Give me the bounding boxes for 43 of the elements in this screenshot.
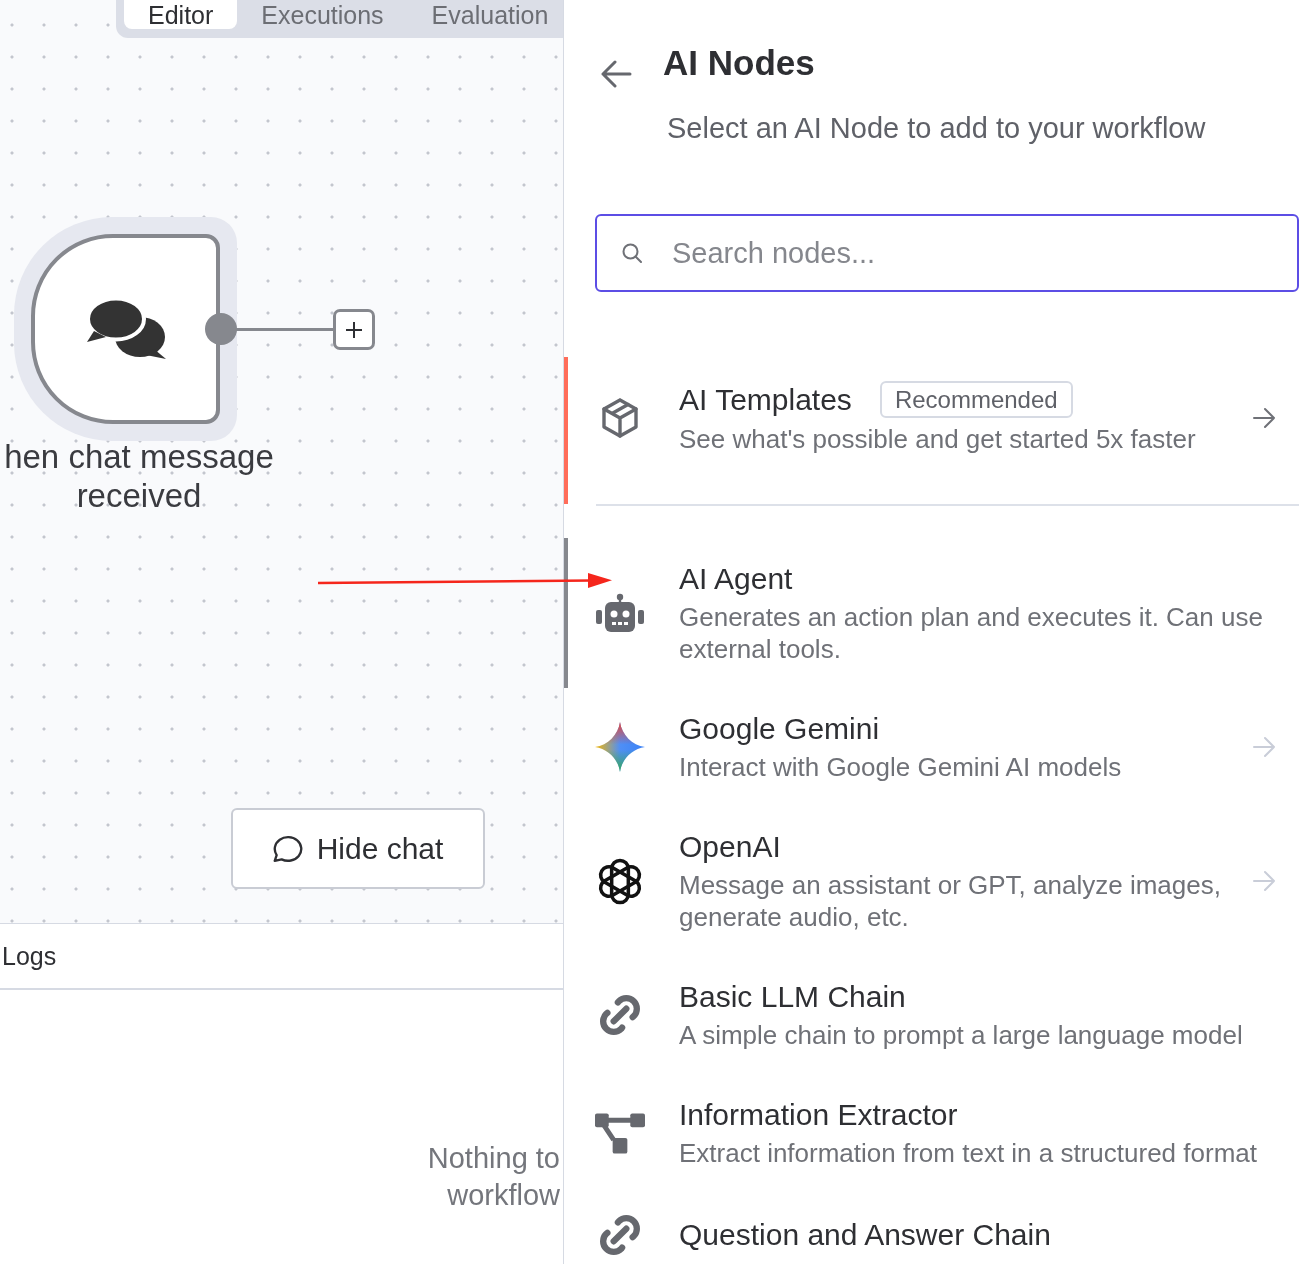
tab[interactable]: Editor (124, 0, 238, 29)
hide-chat-button[interactable]: Hide chat (231, 808, 485, 889)
item-description: Interact with Google Gemini AI models (679, 751, 1123, 783)
node-item[interactable]: Information Extractor Extract information from text in a structured format (564, 1074, 1310, 1192)
node-item[interactable]: AI Agent Generates an action plan and executes it. Can use external tools. (564, 538, 1310, 688)
empty-state-text: Nothing to (427, 1141, 560, 1176)
search-field[interactable]: Search nodes... (595, 214, 1299, 292)
item-description: See what's possible and get started 5x faster (679, 423, 1197, 455)
item-title: Google Gemini (679, 711, 880, 747)
item-description: Generates an action plan and executes it. Can use external tools. (679, 601, 1264, 665)
panel-subtitle: Select an AI Node to add to your workflow (667, 111, 1207, 146)
add-node-button[interactable] (333, 309, 375, 350)
tab[interactable]: Evaluation (407, 0, 553, 29)
hierarchy-icon (595, 1112, 645, 1154)
item-title: Question and Answer Chain (679, 1217, 1051, 1253)
panel-title: AI Nodes (663, 43, 815, 83)
plus-icon (345, 320, 363, 339)
speech-bubble-icon (272, 834, 303, 863)
recommended-tag: Recommended (879, 381, 1073, 418)
tab[interactable]: Executions (237, 0, 408, 29)
item-title: AI Agent (679, 561, 793, 597)
item-title: OpenAI (679, 829, 781, 865)
item-description: A simple chain to prompt a large language model (679, 1019, 1244, 1051)
chat-bubbles-icon (85, 297, 166, 361)
item-description: Extract information from text in a structured format (679, 1137, 1258, 1169)
node-label: hen chat message received (3, 437, 275, 515)
node-item[interactable]: OpenAI Message an assistant or GPT, analyze images, generate audio, etc. (564, 806, 1310, 956)
chain-link-icon (600, 995, 640, 1035)
trigger-node[interactable] (31, 234, 220, 424)
node-item[interactable]: Question and Answer Chain (564, 1192, 1310, 1255)
chain-link-icon (600, 1215, 640, 1255)
robot-icon (595, 593, 645, 633)
box-icon (601, 398, 639, 438)
node-item[interactable]: Basic LLM Chain A simple chain to prompt a large language model (564, 956, 1310, 1074)
item-title: Information Extractor (679, 1097, 958, 1133)
search-icon (622, 243, 642, 263)
back-arrow-icon[interactable] (600, 60, 632, 88)
item-title: AI Templates (679, 381, 852, 418)
item-description: Message an assistant or GPT, analyze images, generate audio, etc. (679, 869, 1222, 933)
item-title: Basic LLM Chain (679, 979, 906, 1015)
logs-title: Logs (2, 941, 57, 971)
empty-state-text: workflow (447, 1178, 560, 1213)
node-item[interactable]: Google Gemini Interact with Google Gemini AI models (564, 688, 1310, 806)
